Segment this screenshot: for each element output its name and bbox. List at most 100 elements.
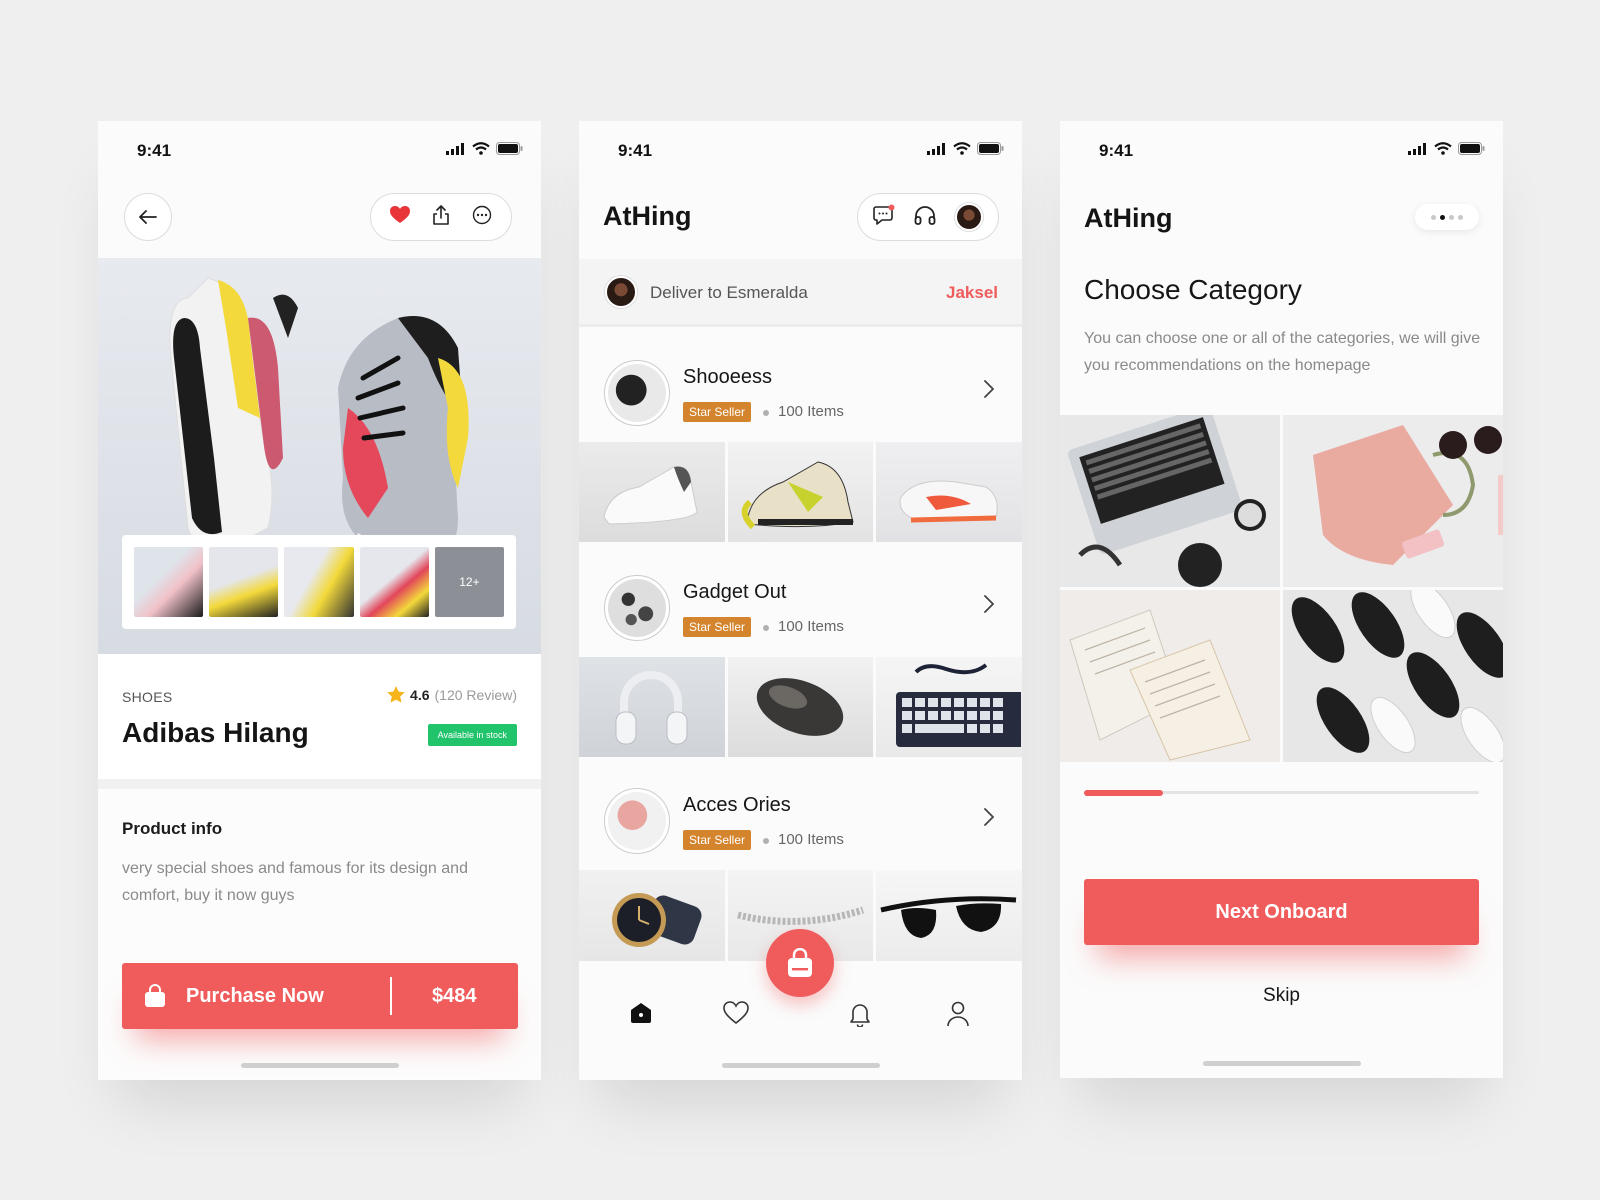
tab-profile[interactable] — [947, 1001, 969, 1032]
status-time: 9:41 — [1099, 141, 1134, 160]
category-tile-shoes[interactable] — [1283, 590, 1503, 762]
tab-wishlist[interactable] — [723, 1001, 749, 1030]
home-icon — [631, 1003, 651, 1023]
category-preview-gadgets — [579, 657, 1022, 757]
share-icon — [433, 204, 449, 225]
share-button[interactable] — [432, 204, 450, 230]
product-info-title: Product info — [122, 819, 223, 838]
category-row-shoes[interactable]: Shooeess Star Seller 100 Items — [579, 330, 1022, 442]
signal-icon — [1408, 142, 1426, 155]
preview-image[interactable] — [876, 442, 1022, 542]
books-image — [1069, 609, 1251, 761]
tab-notifications[interactable] — [849, 1001, 871, 1032]
more-button[interactable] — [472, 205, 492, 230]
chat-button[interactable] — [873, 204, 895, 231]
cart-button[interactable] — [766, 929, 834, 997]
battery-icon — [977, 142, 1004, 155]
product-actions — [370, 193, 512, 241]
status-bar: 9:41 — [1060, 121, 1503, 181]
mouse-image — [756, 678, 843, 736]
signal-icon — [446, 142, 464, 155]
category-tile-gadgets[interactable] — [1060, 415, 1280, 587]
category-grid — [1060, 415, 1503, 762]
thumbnail-more[interactable]: 12+ — [434, 547, 505, 617]
delivery-bar[interactable]: Deliver to Esmeralda Jaksel — [579, 259, 1022, 327]
thumbnail-more-count: 12+ — [459, 575, 480, 589]
thumbnail[interactable] — [209, 547, 279, 617]
item-count: 100 Items — [778, 618, 844, 635]
star-seller-badge: Star Seller — [683, 830, 752, 850]
sneaker-yellow-image — [741, 461, 854, 530]
progress-fill — [1084, 790, 1163, 796]
purchase-button[interactable]: Purchase Now $484 — [122, 963, 518, 1029]
purchase-price: $484 — [432, 984, 477, 1007]
back-button[interactable] — [124, 193, 172, 241]
thumbnail[interactable] — [134, 547, 204, 617]
user-avatar[interactable] — [954, 203, 983, 231]
category-row-accessories[interactable]: Acces Ories Star Seller 100 Items — [579, 758, 1022, 870]
category-tile-books[interactable] — [1060, 590, 1280, 762]
wifi-icon — [472, 142, 490, 155]
star-icon — [387, 686, 405, 703]
signal-icon — [927, 142, 945, 155]
home-indicator — [1202, 1061, 1361, 1066]
preview-image[interactable] — [876, 657, 1022, 757]
brand-title: AtHing — [1084, 203, 1173, 233]
product-name: Adibas Hilang — [122, 717, 309, 748]
next-onboard-button[interactable]: Next Onboard — [1084, 879, 1479, 945]
home-indicator — [721, 1063, 880, 1068]
chat-icon — [873, 204, 895, 225]
status-time: 9:41 — [618, 141, 653, 160]
thumbnail-strip: 12+ — [122, 535, 516, 629]
battery-icon — [496, 142, 523, 155]
onboard-heading: Choose Category — [1084, 274, 1302, 305]
thumbnail[interactable] — [359, 547, 429, 617]
delivery-avatar — [605, 276, 637, 308]
tab-home[interactable] — [629, 1001, 653, 1030]
shopping-bag-icon — [145, 984, 165, 1007]
deliver-location[interactable]: Jaksel — [946, 283, 998, 303]
category-thumbnail — [604, 575, 670, 641]
thumbnail[interactable] — [284, 547, 354, 617]
headphones-image — [615, 671, 688, 745]
preview-image[interactable] — [727, 442, 874, 542]
onboard-description: You can choose one or all of the categor… — [1084, 330, 1481, 374]
page-dots — [1415, 204, 1479, 230]
heart-icon — [723, 1001, 749, 1025]
product-rating: 4.6 (120 Review) — [387, 686, 517, 703]
preview-image[interactable] — [579, 442, 725, 542]
preview-image[interactable] — [876, 870, 1022, 970]
preview-image[interactable] — [579, 870, 725, 970]
product-detail-screen: 9:41 12+ SHOES 4.6 (120 Review) Adibas H… — [98, 121, 541, 1080]
product-image: 12+ — [98, 258, 541, 654]
category-title: Acces Ories — [683, 794, 791, 816]
support-button[interactable] — [914, 205, 936, 230]
header-actions — [857, 193, 999, 241]
status-bar: 9:41 — [579, 121, 1022, 181]
skip-button[interactable]: Skip — [1060, 985, 1503, 1007]
shopping-bag-icon — [788, 948, 812, 977]
more-icon — [472, 205, 492, 224]
favorite-button[interactable] — [390, 205, 410, 229]
sunglasses-image — [880, 896, 1017, 938]
heart-filled-icon — [390, 205, 410, 223]
user-icon — [947, 1001, 969, 1027]
purchase-label: Purchase Now — [186, 984, 324, 1007]
preview-image[interactable] — [727, 657, 874, 757]
sneaker-orange-image — [899, 480, 999, 523]
product-info-text: very special shoes and famous for its de… — [122, 860, 468, 904]
category-title: Gadget Out — [683, 581, 787, 603]
pouch-image — [1313, 425, 1503, 565]
home-indicator — [240, 1063, 399, 1068]
brand-title: AtHing — [603, 201, 692, 231]
preview-image[interactable] — [579, 657, 725, 757]
item-count: 100 Items — [778, 831, 844, 848]
review-count[interactable]: (120 Review) — [435, 687, 517, 703]
category-row-gadgets[interactable]: Gadget Out Star Seller 100 Items — [579, 545, 1022, 657]
chevron-right-icon — [984, 380, 994, 398]
sneaker-white-image — [603, 466, 698, 525]
product-info: SHOES 4.6 (120 Review) Adibas Hilang Ava… — [98, 654, 541, 779]
category-tile-accessories[interactable] — [1283, 415, 1503, 587]
divider — [98, 779, 541, 789]
item-count: 100 Items — [778, 403, 844, 420]
